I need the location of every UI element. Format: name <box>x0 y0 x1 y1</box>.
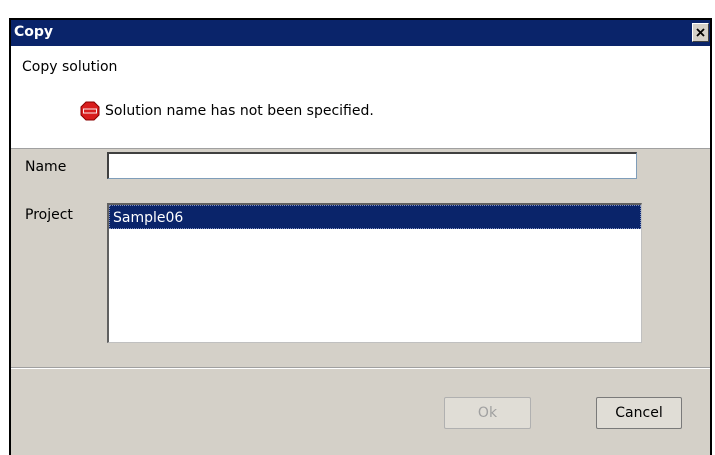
project-label: Project <box>25 207 73 223</box>
dialog-heading: Copy solution <box>22 59 118 75</box>
title-bar[interactable]: Copy <box>11 20 710 46</box>
header-panel: Copy solution Solution name has not been… <box>11 46 710 149</box>
close-icon <box>696 28 705 37</box>
name-input[interactable] <box>107 152 637 179</box>
cancel-button[interactable]: Cancel <box>596 397 682 429</box>
error-message-row: Solution name has not been specified. <box>80 101 374 121</box>
close-button[interactable] <box>692 23 709 42</box>
divider <box>11 367 710 369</box>
stop-icon <box>80 101 100 121</box>
project-listbox[interactable]: Sample06 <box>107 203 642 343</box>
copy-dialog: Copy Copy solution Solution name has not… <box>9 18 712 455</box>
name-label: Name <box>25 159 67 175</box>
ok-button[interactable]: Ok <box>444 397 531 429</box>
window-title: Copy <box>14 24 54 40</box>
error-message: Solution name has not been specified. <box>105 103 374 119</box>
list-item[interactable]: Sample06 <box>109 205 641 229</box>
